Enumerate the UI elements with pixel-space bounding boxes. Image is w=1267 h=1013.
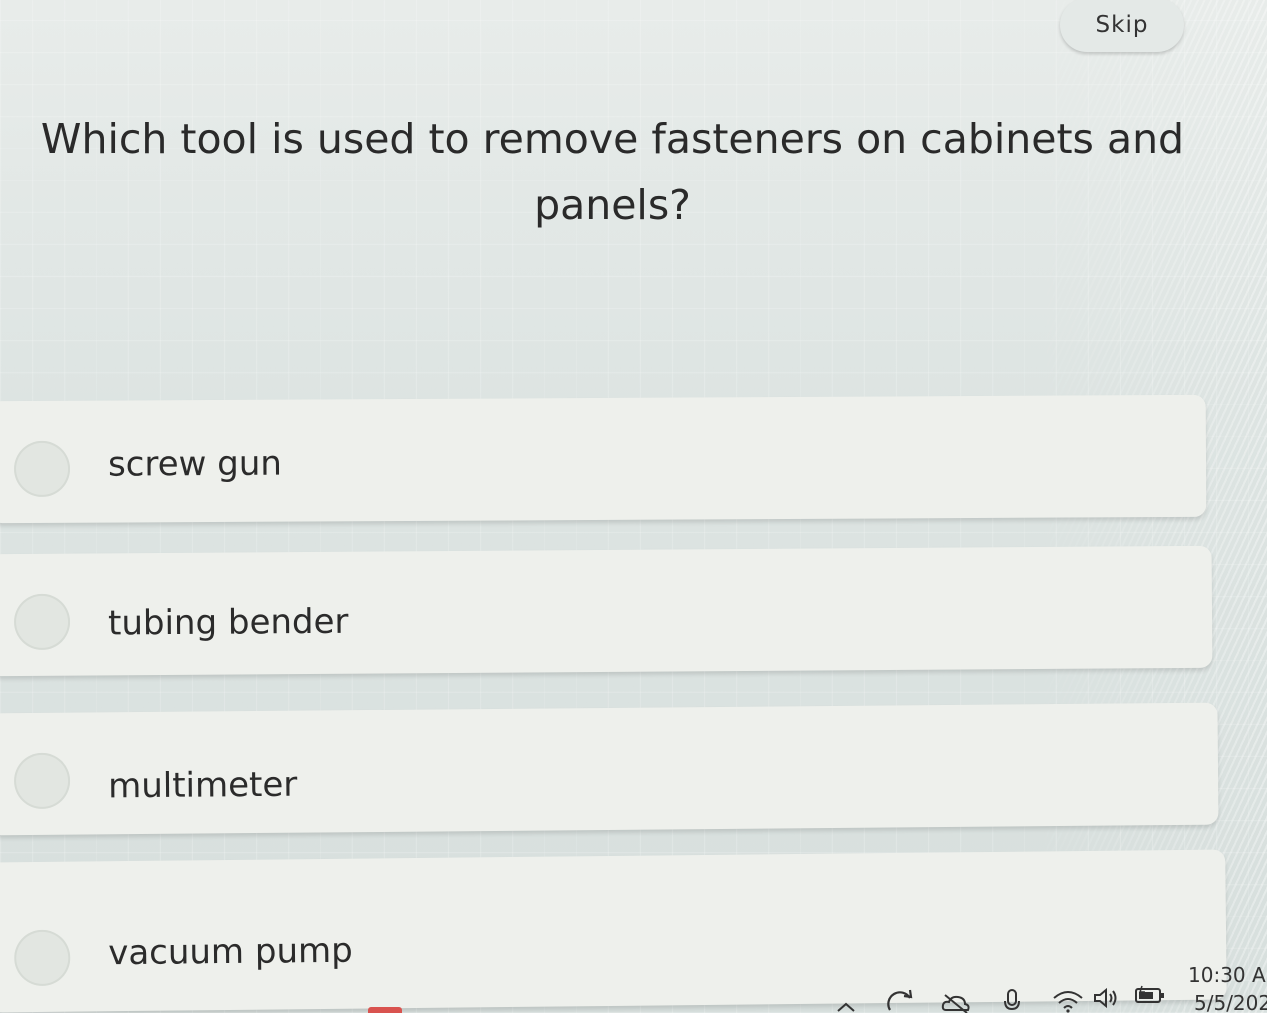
- answer-option-tubing-bender[interactable]: tubing bender: [0, 545, 1213, 677]
- microphone-icon[interactable]: [1002, 988, 1022, 1013]
- skip-button[interactable]: Skip: [1060, 0, 1184, 52]
- radio-circle[interactable]: [13, 752, 71, 810]
- refresh-icon[interactable]: [886, 988, 916, 1013]
- cloud-offline-icon[interactable]: [940, 992, 972, 1013]
- answer-label: vacuum pump: [107, 930, 353, 974]
- wifi-icon[interactable]: [1052, 988, 1084, 1013]
- question-line-2: panels?: [534, 181, 691, 229]
- answer-option-vacuum-pump[interactable]: vacuum pump: [0, 849, 1227, 1013]
- answer-label: multimeter: [107, 764, 298, 807]
- answer-label: screw gun: [107, 443, 282, 485]
- question-line-1: Which tool is used to remove fasteners o…: [40, 115, 1185, 163]
- taskbar-app-indicator[interactable]: [368, 1007, 402, 1013]
- taskbar-clock[interactable]: 10:30 AM 5/5/2025: [1188, 962, 1267, 1013]
- radio-circle[interactable]: [13, 929, 71, 987]
- chevron-up-icon[interactable]: [834, 998, 858, 1013]
- radio-circle[interactable]: [13, 593, 71, 651]
- radio-circle[interactable]: [13, 440, 71, 498]
- answer-option-screw-gun[interactable]: screw gun: [0, 394, 1207, 524]
- clock-date: 5/5/2025: [1194, 991, 1267, 1013]
- battery-icon[interactable]: [1134, 984, 1166, 1006]
- question-text: Which tool is used to remove fasteners o…: [40, 106, 1185, 238]
- answer-option-multimeter[interactable]: multimeter: [0, 702, 1219, 836]
- skip-button-label: Skip: [1095, 12, 1149, 38]
- clock-time: 10:30 AM: [1188, 963, 1267, 987]
- volume-icon[interactable]: [1092, 986, 1120, 1010]
- answer-label: tubing bender: [107, 601, 349, 644]
